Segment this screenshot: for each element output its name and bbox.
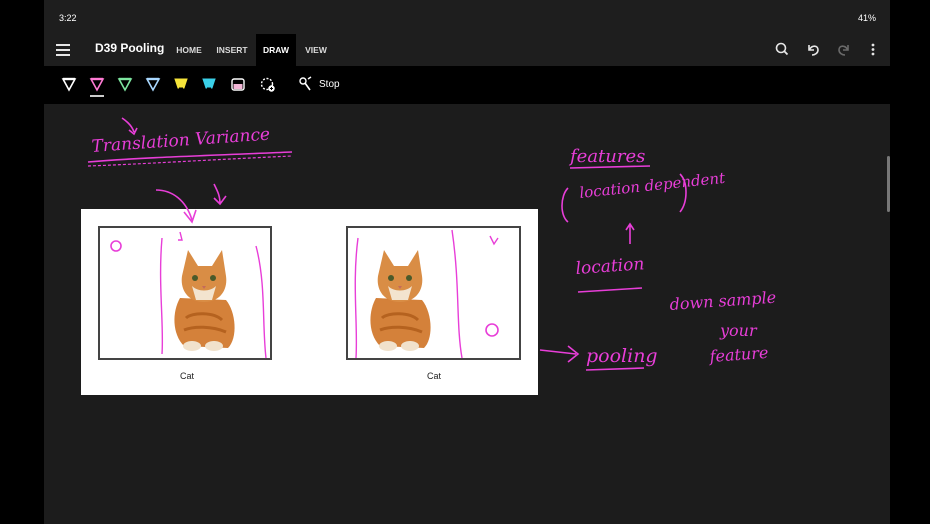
tab-draw[interactable]: DRAW (256, 34, 296, 66)
pen-lightblue-icon[interactable] (145, 76, 161, 94)
right-edge-panel (930, 0, 945, 524)
ink-down-sample: down sample (669, 288, 777, 314)
hamburger-icon[interactable] (56, 41, 70, 59)
more-icon[interactable] (867, 39, 879, 59)
undo-icon[interactable] (804, 39, 822, 59)
ink-location-dependent: location dependent (579, 169, 727, 202)
ink-your: your (719, 321, 758, 340)
ink-layer: Translation Variance features location d… (87, 117, 777, 371)
note-canvas[interactable]: Cat Cat Translation Variance features lo… (44, 104, 890, 524)
pen-green-icon[interactable] (117, 76, 133, 94)
lasso-icon[interactable] (259, 76, 277, 94)
highlighter-cyan-icon[interactable] (201, 76, 217, 94)
redo-icon[interactable] (835, 39, 853, 59)
stop-button[interactable]: Stop (298, 76, 340, 94)
ink-feature: feature (708, 343, 769, 366)
draw-toolbar: Stop (44, 66, 890, 104)
ink-pooling: pooling (586, 345, 658, 367)
ink-translation-variance: Translation Variance (91, 125, 271, 157)
highlighter-yellow-icon[interactable] (173, 76, 189, 94)
pen-pink-icon[interactable] (89, 76, 105, 98)
vertical-scrollbar[interactable] (887, 156, 890, 212)
document-title: D39 Pooling (95, 41, 165, 55)
status-bar: 3:22 41% (44, 0, 890, 34)
tab-insert[interactable]: INSERT (213, 34, 251, 66)
highlighter-pink-icon[interactable] (230, 76, 246, 94)
stop-icon (299, 76, 312, 91)
app-bar: D39 Pooling HOME INSERT DRAW VIEW (44, 34, 890, 66)
status-time: 3:22 (59, 13, 77, 23)
tab-view[interactable]: VIEW (301, 34, 331, 66)
search-icon[interactable] (773, 39, 791, 59)
stop-label: Stop (319, 79, 340, 90)
ink-location: location (575, 254, 645, 279)
battery-percent: 41% (857, 13, 876, 23)
pen-white-icon[interactable] (61, 76, 77, 94)
ink-features: features (568, 146, 645, 167)
tab-home[interactable]: HOME (172, 34, 206, 66)
